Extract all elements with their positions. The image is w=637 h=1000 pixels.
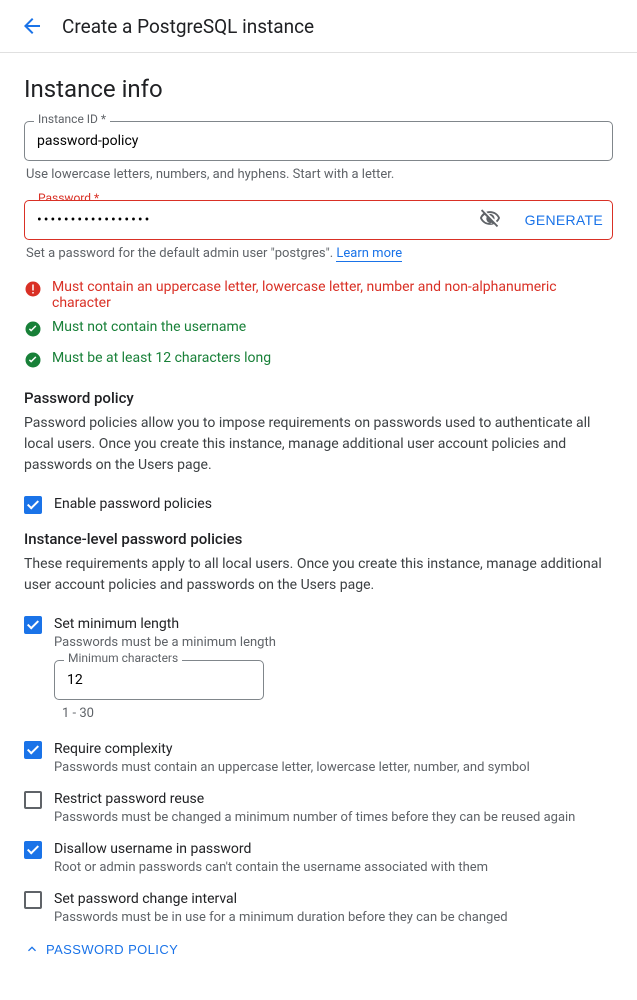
arrow-back-icon: [20, 14, 44, 38]
min-length-checkbox[interactable]: [24, 616, 42, 634]
username-row: Disallow username in password Root or ad…: [24, 841, 613, 875]
password-hint-text: Set a password for the default admin use…: [26, 246, 336, 261]
error-icon: [24, 280, 42, 302]
interval-desc: Passwords must be in use for a minimum d…: [54, 910, 508, 925]
reuse-label: Restrict password reuse: [54, 791, 575, 807]
complexity-desc: Passwords must contain an uppercase lett…: [54, 760, 530, 775]
enable-policies-label: Enable password policies: [54, 496, 212, 512]
section-heading: Instance info: [24, 75, 613, 103]
page-header: Create a PostgreSQL instance: [0, 0, 637, 53]
reuse-checkbox[interactable]: [24, 791, 42, 809]
min-chars-hint: 1 - 30: [62, 706, 611, 721]
check-circle-icon: [24, 351, 42, 373]
instance-policies-desc: These requirements apply to all local us…: [24, 554, 613, 596]
rule-text: Must contain an uppercase letter, lowerc…: [52, 279, 613, 311]
min-chars-field: Minimum characters 1 - 30: [54, 660, 613, 721]
rule-text: Must not contain the username: [52, 319, 246, 335]
rule-username: Must not contain the username: [24, 319, 613, 342]
enable-policies-row: Enable password policies: [24, 496, 613, 514]
interval-label: Set password change interval: [54, 891, 508, 907]
min-length-label: Set minimum length: [54, 616, 276, 632]
username-label: Disallow username in password: [54, 841, 488, 857]
generate-password-button[interactable]: GENERATE: [525, 212, 603, 228]
password-rules: Must contain an uppercase letter, lowerc…: [24, 279, 613, 373]
complexity-checkbox[interactable]: [24, 741, 42, 759]
password-policy-toggle[interactable]: PASSWORD POLICY: [24, 941, 178, 957]
instance-id-input[interactable]: [24, 121, 613, 161]
check-circle-icon: [24, 320, 42, 342]
min-length-desc: Passwords must be a minimum length: [54, 635, 276, 650]
interval-checkbox[interactable]: [24, 891, 42, 909]
rule-length: Must be at least 12 characters long: [24, 350, 613, 373]
min-chars-input[interactable]: [54, 660, 264, 700]
min-chars-label: Minimum characters: [64, 651, 182, 665]
back-button[interactable]: [20, 14, 44, 38]
username-desc: Root or admin passwords can't contain th…: [54, 860, 488, 875]
username-checkbox[interactable]: [24, 841, 42, 859]
rule-text: Must be at least 12 characters long: [52, 350, 271, 366]
complexity-label: Require complexity: [54, 741, 530, 757]
visibility-off-icon: [479, 208, 501, 230]
learn-more-link[interactable]: Learn more: [336, 246, 402, 262]
instance-id-hint: Use lowercase letters, numbers, and hyph…: [26, 167, 611, 182]
password-policy-desc: Password policies allow you to impose re…: [24, 413, 613, 476]
chevron-up-icon: [24, 941, 40, 957]
page-title: Create a PostgreSQL instance: [62, 15, 314, 38]
instance-policies-title: Instance-level password policies: [24, 530, 613, 548]
rule-complexity: Must contain an uppercase letter, lowerc…: [24, 279, 613, 311]
main-content: Instance info Instance ID * Use lowercas…: [0, 53, 637, 987]
toggle-label-text: PASSWORD POLICY: [46, 942, 178, 957]
enable-policies-checkbox[interactable]: [24, 496, 42, 514]
reuse-row: Restrict password reuse Passwords must b…: [24, 791, 613, 825]
toggle-password-visibility-button[interactable]: [475, 204, 505, 237]
password-field: Password * GENERATE: [24, 200, 613, 240]
interval-row: Set password change interval Passwords m…: [24, 891, 613, 925]
instance-id-field: Instance ID *: [24, 121, 613, 161]
password-hint: Set a password for the default admin use…: [26, 246, 611, 261]
min-length-row: Set minimum length Passwords must be a m…: [24, 616, 613, 650]
instance-id-label: Instance ID *: [34, 112, 110, 126]
reuse-desc: Passwords must be changed a minimum numb…: [54, 810, 575, 825]
password-policy-title: Password policy: [24, 389, 613, 407]
complexity-row: Require complexity Passwords must contai…: [24, 741, 613, 775]
